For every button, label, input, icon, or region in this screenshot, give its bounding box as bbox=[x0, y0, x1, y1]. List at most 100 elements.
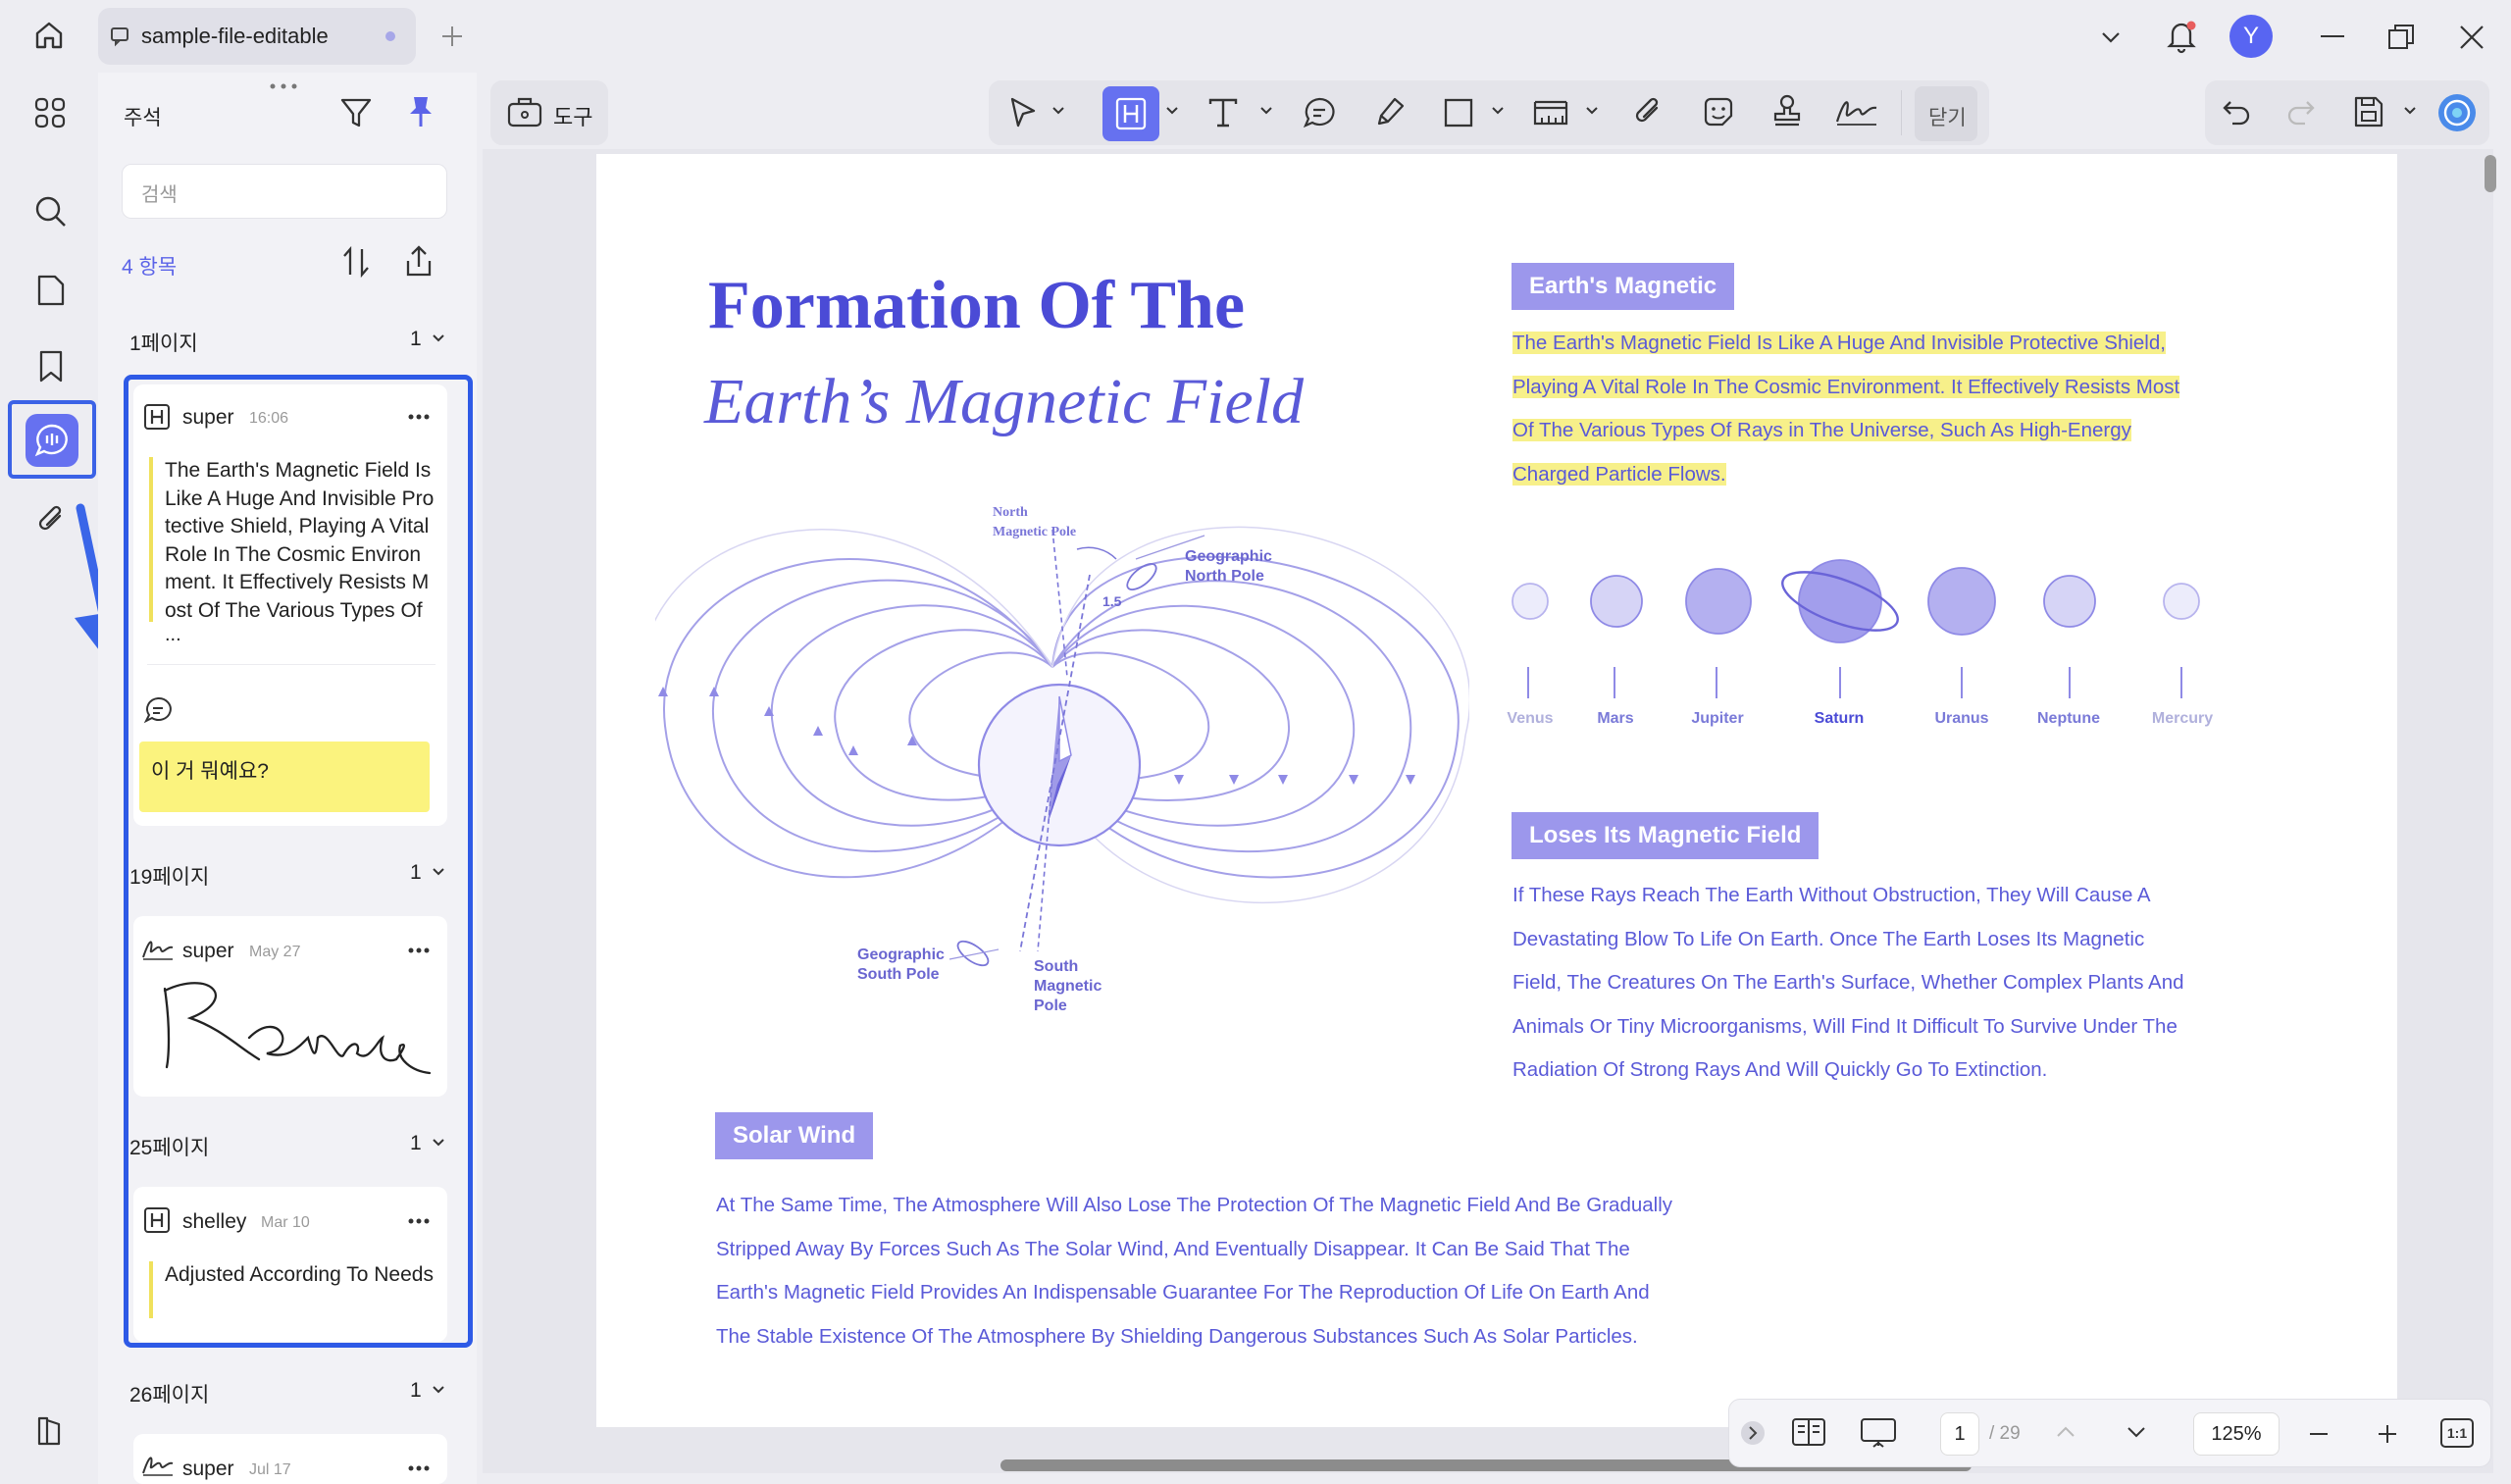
measure-tool-icon[interactable] bbox=[1532, 94, 1569, 129]
paragraph-line: At The Same Time, The Atmosphere Will Al… bbox=[716, 1194, 1673, 1216]
vertical-scrollbar[interactable] bbox=[2485, 155, 2496, 192]
highlighted-line: Of The Various Types Of Rays in The Univ… bbox=[1512, 419, 2131, 441]
paragraph-line: Devastating Blow To Life On Earth. Once … bbox=[1512, 927, 2145, 950]
bookmark-icon[interactable] bbox=[37, 349, 65, 384]
undo-icon[interactable] bbox=[2221, 96, 2254, 128]
toolbox-icon bbox=[506, 94, 543, 129]
signature-tool-icon[interactable] bbox=[1834, 94, 1879, 129]
pen-tool-icon[interactable] bbox=[1373, 94, 1407, 129]
paragraph-line: Radiation Of Strong Rays And Will Quickl… bbox=[1512, 1058, 2048, 1081]
chevron-down-icon[interactable] bbox=[2099, 26, 2123, 49]
restore-icon[interactable] bbox=[2387, 24, 2415, 51]
previous-page-icon[interactable] bbox=[2054, 1422, 2077, 1440]
north-magnetic-label-1: North bbox=[993, 505, 1028, 520]
new-tab-icon[interactable] bbox=[439, 24, 465, 49]
doc-title-line1: Formation Of The bbox=[708, 268, 1246, 343]
north-magnetic-label-2: Magnetic Pole bbox=[993, 525, 1076, 539]
south-magnetic-label-1: South bbox=[1034, 958, 1078, 975]
annotation-count: 4 항목 bbox=[122, 256, 178, 279]
highlighted-line: Charged Particle Flows. bbox=[1512, 462, 1726, 486]
home-icon[interactable] bbox=[31, 18, 67, 53]
planet-label: Mercury bbox=[2151, 710, 2214, 727]
comment-tool-icon[interactable] bbox=[1303, 96, 1336, 129]
chevron-down-icon[interactable] bbox=[432, 333, 445, 343]
panel-drag-handle[interactable] bbox=[269, 77, 298, 89]
select-cursor-icon[interactable] bbox=[1006, 96, 1040, 129]
geo-south-label-1: Geographic bbox=[857, 947, 945, 963]
sidebar-toggle-icon[interactable] bbox=[33, 1414, 67, 1448]
geo-north-label-1: Geographic bbox=[1185, 548, 1272, 565]
page-icon[interactable] bbox=[35, 273, 67, 308]
chevron-down-icon[interactable] bbox=[1051, 106, 1065, 116]
close-window-icon[interactable] bbox=[2458, 24, 2485, 51]
presentation-icon[interactable] bbox=[1860, 1416, 1897, 1450]
page-group-header[interactable]: 26페이지 bbox=[129, 1379, 209, 1408]
chevron-down-icon[interactable] bbox=[1585, 106, 1599, 116]
chevron-down-icon[interactable] bbox=[1491, 106, 1505, 116]
doc-title-line2: Earth’s Magnetic Field bbox=[704, 366, 1305, 437]
zoom-in-icon[interactable] bbox=[2376, 1422, 2399, 1446]
zoom-out-icon[interactable] bbox=[2307, 1422, 2331, 1446]
highlighted-line: The Earth's Magnetic Field Is Like A Hug… bbox=[1512, 332, 2166, 354]
unsaved-dot bbox=[385, 31, 395, 41]
chevron-down-icon[interactable] bbox=[1165, 106, 1179, 116]
save-icon[interactable] bbox=[2352, 94, 2385, 129]
section3-paragraph: At The Same Time, The Atmosphere Will Al… bbox=[716, 1184, 1795, 1358]
page-number-input[interactable]: 1 bbox=[1940, 1412, 1979, 1456]
minimize-icon[interactable] bbox=[2319, 24, 2346, 49]
geo-south-label-2: South Pole bbox=[857, 966, 940, 983]
page-group-header[interactable]: 1페이지 bbox=[129, 328, 198, 357]
page-layout-icon[interactable] bbox=[1791, 1416, 1826, 1448]
tab-title: sample-file-editable bbox=[141, 24, 329, 48]
sticker-tool-icon[interactable] bbox=[1701, 94, 1736, 129]
planet-label: Jupiter bbox=[1691, 710, 1744, 727]
page-group-count: 1 bbox=[410, 328, 422, 350]
paragraph-line: The Stable Existence Of The Atmosphere B… bbox=[716, 1324, 1638, 1348]
pin-icon[interactable] bbox=[404, 94, 437, 129]
export-icon[interactable] bbox=[402, 243, 436, 279]
planets-graphic bbox=[1501, 549, 2227, 711]
highlight-icon bbox=[1114, 96, 1148, 131]
chevron-down-icon[interactable] bbox=[2403, 106, 2417, 116]
close-tool-label: 닫기 bbox=[1928, 107, 1967, 129]
toolbar-divider bbox=[1901, 90, 1902, 135]
attachment-icon[interactable] bbox=[35, 502, 67, 537]
paragraph-line: Earth's Magnetic Field Provides An Indis… bbox=[716, 1281, 1650, 1304]
zoom-level[interactable]: 125% bbox=[2193, 1412, 2280, 1456]
thumbnails-icon[interactable] bbox=[33, 96, 67, 129]
sort-icon[interactable] bbox=[341, 245, 371, 279]
chevron-down-icon[interactable] bbox=[432, 1385, 445, 1395]
planet-label: Neptune bbox=[2037, 710, 2100, 727]
search-placeholder: 검색 bbox=[141, 184, 178, 206]
magnetic-field-diagram: North Magnetic Pole Geographic North Pol… bbox=[639, 490, 1471, 1045]
geo-north-label-2: North Pole bbox=[1185, 568, 1264, 585]
stamp-tool-icon[interactable] bbox=[1769, 92, 1805, 129]
south-magnetic-label-2: Magnetic bbox=[1034, 978, 1102, 995]
angle-label: 1.5 bbox=[1102, 593, 1122, 609]
attachment-tool-icon[interactable] bbox=[1632, 94, 1664, 129]
ai-assistant-icon[interactable] bbox=[2436, 92, 2478, 133]
signature-type-icon bbox=[141, 1452, 175, 1477]
shape-tool-icon[interactable] bbox=[1442, 96, 1475, 129]
section-heading-earths-magnetic: Earth's Magnetic bbox=[1512, 263, 1735, 310]
next-page-icon[interactable] bbox=[2125, 1424, 2148, 1442]
planet-label: Uranus bbox=[1934, 710, 1989, 727]
paragraph-line: If These Rays Reach The Earth Without Ob… bbox=[1512, 884, 2151, 906]
redo-icon[interactable] bbox=[2283, 96, 2317, 128]
more-options-icon[interactable] bbox=[408, 1465, 430, 1471]
text-tool-icon[interactable] bbox=[1206, 96, 1240, 129]
planet-label: Mars bbox=[1597, 710, 1634, 727]
filter-icon[interactable] bbox=[339, 96, 373, 129]
section-heading-solar-wind: Solar Wind bbox=[715, 1112, 874, 1159]
section-heading-loses-magnetic-field: Loses Its Magnetic Field bbox=[1512, 812, 1819, 859]
actual-size-button[interactable]: 1:1 bbox=[2440, 1418, 2474, 1448]
chevron-down-icon[interactable] bbox=[1259, 106, 1273, 116]
annotation-time: Jul 17 bbox=[249, 1461, 291, 1478]
tab-doc-icon bbox=[110, 26, 131, 47]
search-icon[interactable] bbox=[33, 194, 69, 230]
user-avatar[interactable]: Y bbox=[2229, 15, 2273, 58]
annotation-author: super bbox=[182, 1458, 234, 1480]
collapse-bar-icon[interactable] bbox=[1740, 1420, 1766, 1446]
paragraph-line: Animals Or Tiny Microorganisms, Will Fin… bbox=[1512, 1014, 2178, 1038]
notification-bell-icon[interactable] bbox=[2164, 18, 2199, 55]
